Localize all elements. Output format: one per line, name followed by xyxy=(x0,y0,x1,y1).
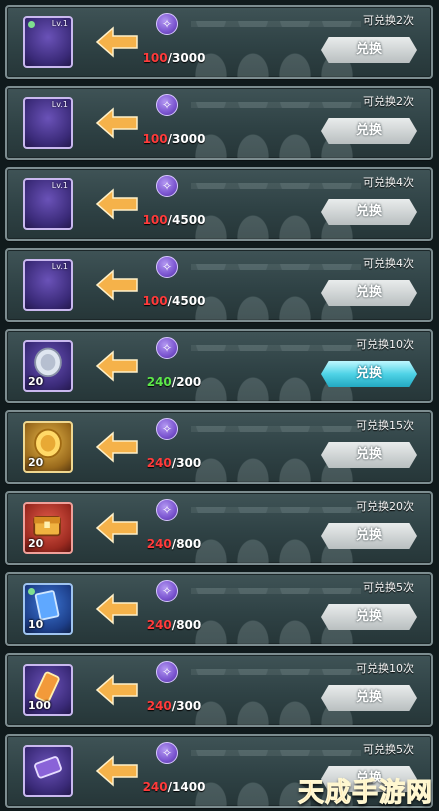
item-quantity: 10 xyxy=(28,618,44,631)
cost-progress: 240/1400 xyxy=(142,780,206,794)
exchange-button[interactable]: 兑换 xyxy=(321,685,417,711)
currency-token-icon: ✧ xyxy=(156,580,178,602)
exchange-remaining: 可兑换4次 xyxy=(363,176,414,189)
owned-amount: 100 xyxy=(142,213,168,227)
currency-token-icon: ✧ xyxy=(156,94,178,116)
exchange-button[interactable]: 兑换 xyxy=(321,118,417,144)
owned-amount: 240 xyxy=(146,456,172,470)
currency-token-icon: ✧ xyxy=(156,499,178,521)
currency-token-icon: ✧ xyxy=(156,13,178,35)
hero-portrait-icon[interactable]: Lv.1 xyxy=(23,178,73,230)
currency-token-icon: ✧ xyxy=(156,337,178,359)
currency-token-icon: ✧ xyxy=(156,742,178,764)
scroll-icon[interactable]: 100 xyxy=(23,664,73,716)
required-amount: 1400 xyxy=(172,780,206,794)
currency-token-icon: ✧ xyxy=(156,256,178,278)
exchange-row: 20 ✧ 240/200 可兑换10次 兑换 xyxy=(5,329,433,403)
exchange-row: Lv.1 ✧ 100/3000 可兑换2次 兑换 xyxy=(5,5,433,79)
exchange-row: Lv.1 ✧ 100/4500 可兑换4次 兑换 xyxy=(5,167,433,241)
cost-progress: 240/800 xyxy=(146,618,202,632)
exchange-remaining: 可兑换10次 xyxy=(356,338,414,351)
new-indicator-icon xyxy=(28,588,35,595)
required-amount: 800 xyxy=(176,618,202,632)
required-amount: 3000 xyxy=(172,132,206,146)
item-quantity: 20 xyxy=(28,456,44,469)
site-watermark: 天成手游网 xyxy=(297,778,433,809)
currency-token-icon: ✧ xyxy=(156,418,178,440)
silver-coin-icon[interactable]: 20 xyxy=(23,340,73,392)
exchange-remaining: 可兑换4次 xyxy=(363,257,414,270)
hero-portrait-icon[interactable]: Lv.1 xyxy=(23,97,73,149)
required-amount: 200 xyxy=(176,375,202,389)
currency-token-icon: ✧ xyxy=(156,175,178,197)
required-amount: 800 xyxy=(176,537,202,551)
cost-progress: 240/300 xyxy=(146,456,202,470)
owned-amount: 100 xyxy=(142,51,168,65)
currency-token-icon: ✧ xyxy=(156,661,178,683)
required-amount: 300 xyxy=(176,699,202,713)
required-amount: 4500 xyxy=(172,213,206,227)
treasure-chest-icon[interactable]: 20 xyxy=(23,502,73,554)
exchange-button[interactable]: 兑换 xyxy=(321,523,417,549)
item-level: Lv.1 xyxy=(51,181,68,190)
required-amount: 4500 xyxy=(172,294,206,308)
owned-amount: 240 xyxy=(146,618,172,632)
item-level: Lv.1 xyxy=(51,100,68,109)
owned-amount: 240 xyxy=(146,537,172,551)
hero-portrait-icon[interactable]: Lv.1 xyxy=(23,259,73,311)
cost-progress: 100/4500 xyxy=(142,213,206,227)
owned-amount: 240 xyxy=(146,699,172,713)
item-level: Lv.1 xyxy=(51,19,68,28)
cost-progress: 240/200 xyxy=(146,375,202,389)
exchange-remaining: 可兑换5次 xyxy=(363,743,414,756)
cost-progress: 100/4500 xyxy=(142,294,206,308)
scroll-graphic xyxy=(34,756,62,779)
cost-progress: 240/800 xyxy=(146,537,202,551)
exchange-button[interactable]: 兑换 xyxy=(321,280,417,306)
exchange-button[interactable]: 兑换 xyxy=(321,37,417,63)
exchange-row: Lv.1 ✧ 100/4500 可兑换4次 兑换 xyxy=(5,248,433,322)
new-indicator-icon xyxy=(28,21,35,28)
exchange-row: Lv.1 ✧ 100/3000 可兑换2次 兑换 xyxy=(5,86,433,160)
exchange-button[interactable]: 兑换 xyxy=(321,442,417,468)
item-level: Lv.1 xyxy=(51,262,68,271)
owned-amount: 240 xyxy=(142,780,168,794)
owned-amount: 100 xyxy=(142,132,168,146)
exchange-remaining: 可兑换2次 xyxy=(363,14,414,27)
exchange-row: 100 ✧ 240/300 可兑换10次 兑换 xyxy=(5,653,433,727)
hero-portrait-icon[interactable]: Lv.1 xyxy=(23,16,73,68)
required-amount: 3000 xyxy=(172,51,206,65)
exchange-remaining: 可兑换2次 xyxy=(363,95,414,108)
owned-amount: 240 xyxy=(146,375,172,389)
item-quantity: 20 xyxy=(28,375,44,388)
cost-progress: 100/3000 xyxy=(142,132,206,146)
exchange-list: Lv.1 ✧ 100/3000 可兑换2次 兑换 Lv.1 ✧ 100/3000… xyxy=(0,0,439,811)
scroll-icon[interactable] xyxy=(23,745,73,797)
exchange-row: 20 ✧ 240/300 可兑换15次 兑换 xyxy=(5,410,433,484)
blue-card-icon[interactable]: 10 xyxy=(23,583,73,635)
exchange-remaining: 可兑换15次 xyxy=(356,419,414,432)
gold-coin-icon[interactable]: 20 xyxy=(23,421,73,473)
exchange-button[interactable]: 兑换 xyxy=(321,199,417,225)
exchange-button[interactable]: 兑换 xyxy=(321,604,417,630)
exchange-row: 10 ✧ 240/800 可兑换5次 兑换 xyxy=(5,572,433,646)
exchange-remaining: 可兑换5次 xyxy=(363,581,414,594)
exchange-remaining: 可兑换10次 xyxy=(356,662,414,675)
required-amount: 300 xyxy=(176,456,202,470)
cost-progress: 240/300 xyxy=(146,699,202,713)
exchange-row: 20 ✧ 240/800 可兑换20次 兑换 xyxy=(5,491,433,565)
item-quantity: 20 xyxy=(28,537,44,550)
cost-progress: 100/3000 xyxy=(142,51,206,65)
exchange-remaining: 可兑换20次 xyxy=(356,500,414,513)
item-quantity: 100 xyxy=(28,699,51,712)
exchange-button[interactable]: 兑换 xyxy=(321,361,417,387)
owned-amount: 100 xyxy=(142,294,168,308)
